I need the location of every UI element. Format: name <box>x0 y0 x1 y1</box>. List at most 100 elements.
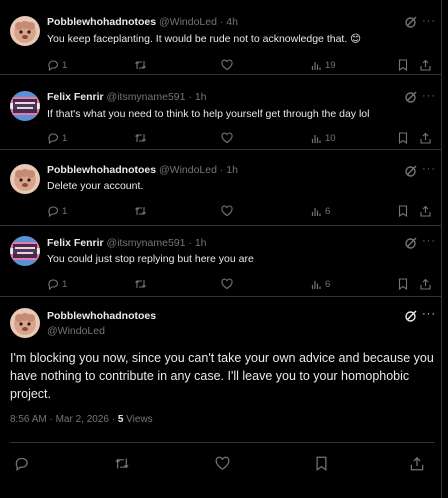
share-button[interactable] <box>420 131 431 145</box>
tweet-reply-4[interactable]: Felix Fenrir @itsmyname591 · 1h You coul… <box>0 226 442 297</box>
like-icon <box>221 59 233 71</box>
tweet-text: You could just stop replying but here yo… <box>47 253 254 265</box>
reply-button[interactable]: 1 <box>47 131 67 145</box>
conversation-frame: Pobblewhohadnotoes @WindoLed · 4h You ke… <box>0 0 442 498</box>
bookmark-button[interactable] <box>315 456 328 471</box>
retweet-button[interactable] <box>114 456 130 470</box>
more-icon[interactable]: ··· <box>422 235 436 247</box>
tweet-text: Delete your account. <box>47 180 144 192</box>
timestamp[interactable]: · 1h <box>188 237 206 249</box>
main-tweet-handle-row: @WindoLed <box>47 323 105 339</box>
reply-button[interactable]: 1 <box>47 204 67 218</box>
grok-icon[interactable] <box>404 90 418 104</box>
avatar-felix[interactable] <box>10 236 40 266</box>
avatar-felix[interactable] <box>10 91 40 121</box>
retweet-button[interactable] <box>134 204 147 218</box>
main-tweet-timestamp[interactable]: 8:56 AM · Mar 2, 2026 · <box>10 414 118 425</box>
main-tweet-actions <box>14 456 424 472</box>
more-icon[interactable]: ··· <box>422 308 436 320</box>
views-icon <box>311 134 321 143</box>
views-button[interactable]: 10 <box>311 131 336 145</box>
bookmark-button[interactable] <box>398 277 408 291</box>
display-name[interactable]: Pobblewhohadnotoes <box>47 310 156 322</box>
tweet-reply-2[interactable]: Felix Fenrir @itsmyname591 · 1h If that'… <box>0 75 442 150</box>
grok-icon[interactable] <box>404 164 418 178</box>
like-button[interactable] <box>215 456 230 470</box>
display-name[interactable]: Felix Fenrir <box>47 91 104 103</box>
like-button[interactable] <box>221 58 233 72</box>
reply-count: 1 <box>62 59 68 71</box>
tweet-text: If that's what you need to think to help… <box>47 108 370 120</box>
handle[interactable]: @WindoLed <box>47 325 105 337</box>
retweet-button[interactable] <box>134 131 147 145</box>
timestamp[interactable]: · 1h <box>220 164 238 176</box>
share-button[interactable] <box>410 456 424 470</box>
display-name[interactable]: Pobblewhohadnotoes <box>47 16 156 28</box>
display-name[interactable]: Pobblewhohadnotoes <box>47 164 156 176</box>
avatar-pobble[interactable] <box>10 16 40 46</box>
like-button[interactable] <box>221 277 233 291</box>
reply-icon <box>15 457 28 471</box>
main-tweet-timestamp-row: 8:56 AM · Mar 2, 2026 · 5 Views <box>10 414 153 425</box>
like-icon <box>221 132 233 144</box>
retweet-icon <box>135 207 146 215</box>
avatar-pobble[interactable] <box>10 164 40 194</box>
reply-icon <box>48 60 59 71</box>
share-button[interactable] <box>420 58 431 72</box>
retweet-icon <box>115 458 129 468</box>
reply-button[interactable] <box>14 456 29 471</box>
views-icon <box>311 207 321 216</box>
tweet-actions: 1 19 <box>47 58 431 72</box>
like-icon <box>221 278 233 290</box>
like-button[interactable] <box>221 131 233 145</box>
share-button[interactable] <box>420 204 431 218</box>
tweet-header: Pobblewhohadnotoes @WindoLed · 1h <box>47 162 238 178</box>
avatar-pobble[interactable] <box>10 308 40 338</box>
handle[interactable]: @itsmyname591 <box>107 91 186 103</box>
retweet-button[interactable] <box>134 277 147 291</box>
grok-icon[interactable] <box>404 236 418 250</box>
more-icon[interactable]: ··· <box>422 15 436 27</box>
bookmark-icon <box>398 132 408 144</box>
reply-button[interactable]: 1 <box>47 58 67 72</box>
reply-count: 1 <box>62 205 68 217</box>
views-button[interactable]: 6 <box>311 204 330 218</box>
views-icon <box>311 61 321 70</box>
views-button[interactable]: 19 <box>311 58 336 72</box>
grok-icon[interactable] <box>404 309 418 323</box>
handle[interactable]: @WindoLed <box>159 16 217 28</box>
tweet-actions: 1 6 <box>47 204 431 218</box>
timestamp[interactable]: · 1h <box>188 91 206 103</box>
bookmark-button[interactable] <box>398 131 408 145</box>
tweet-reply-3[interactable]: Pobblewhohadnotoes @WindoLed · 1h Delete… <box>0 150 442 226</box>
reply-count: 1 <box>62 132 68 144</box>
share-icon <box>420 59 431 71</box>
tweet-reply-1[interactable]: Pobblewhohadnotoes @WindoLed · 4h You ke… <box>0 0 442 75</box>
tweet-actions: 1 10 <box>47 131 431 145</box>
reply-count: 1 <box>62 278 68 290</box>
retweet-button[interactable] <box>134 58 147 72</box>
more-icon[interactable]: ··· <box>422 163 436 175</box>
reply-icon <box>48 279 59 290</box>
more-icon[interactable]: ··· <box>422 90 436 102</box>
view-count: 6 <box>325 205 331 217</box>
timestamp[interactable]: · 4h <box>220 16 238 28</box>
handle[interactable]: @itsmyname591 <box>107 237 186 249</box>
retweet-icon <box>135 280 146 288</box>
like-button[interactable] <box>221 204 233 218</box>
reply-button[interactable]: 1 <box>47 277 67 291</box>
reply-icon <box>48 133 59 144</box>
bookmark-icon <box>398 278 408 290</box>
handle[interactable]: @WindoLed <box>159 164 217 176</box>
views-button[interactable]: 6 <box>311 277 330 291</box>
bookmark-button[interactable] <box>398 58 408 72</box>
tweet-header: Pobblewhohadnotoes @WindoLed · 4h <box>47 14 238 30</box>
display-name[interactable]: Felix Fenrir <box>47 237 104 249</box>
bookmark-icon <box>316 456 327 471</box>
grok-icon[interactable] <box>404 15 418 29</box>
bookmark-button[interactable] <box>398 204 408 218</box>
share-button[interactable] <box>420 277 431 291</box>
retweet-icon <box>135 134 146 142</box>
views-icon <box>311 280 321 289</box>
main-tweet-text: I'm blocking you now, since you can't ta… <box>10 351 434 401</box>
